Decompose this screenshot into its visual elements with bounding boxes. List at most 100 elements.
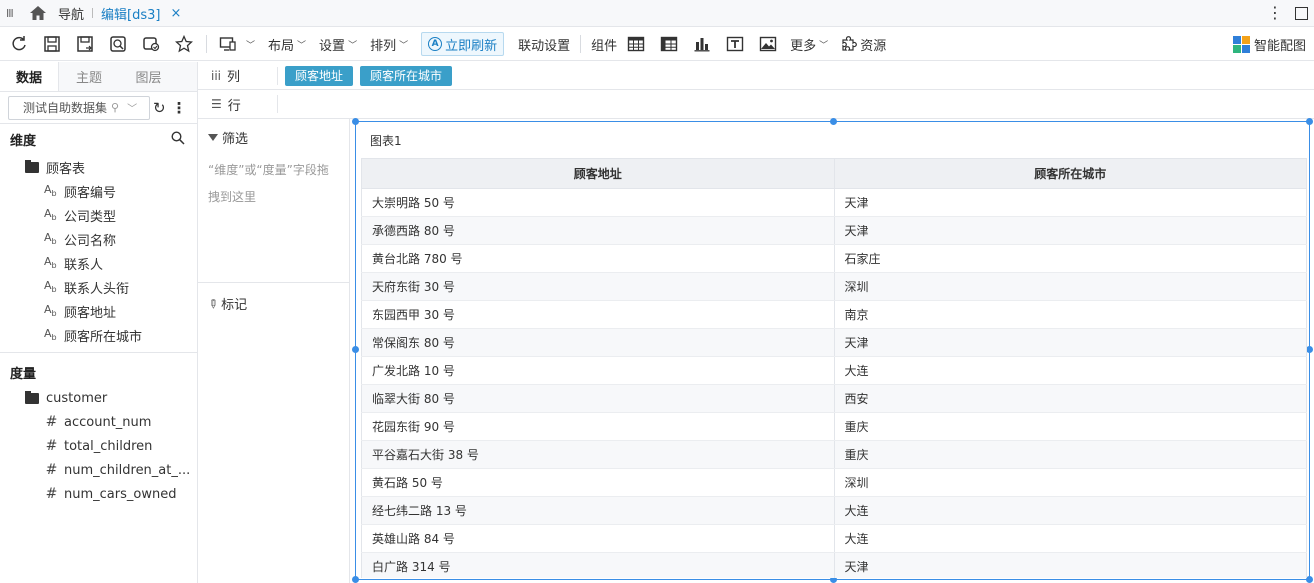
datasource-row: 测试自助数据集 ⚲ ﹀ ↻ ⋮ [0,92,197,124]
measure-field[interactable]: # num_cars_owned [0,482,197,506]
home-icon [30,6,46,20]
table-row[interactable]: 大崇明路 50 号天津 [361,188,1307,217]
column-header-address[interactable]: 顾客地址 [361,158,835,189]
resize-handle[interactable] [352,346,359,353]
tab-theme[interactable]: 主题 [59,62,119,91]
rows-icon: ☰ [211,97,222,111]
table-row[interactable]: 天府东街 30 号深圳 [361,272,1307,301]
folder-icon [25,390,39,404]
resize-handle[interactable] [830,118,837,125]
tab-layers[interactable]: 图层 [119,62,178,91]
bar-chart-icon[interactable] [691,33,713,55]
refresh-icon[interactable]: ↻ [153,99,166,117]
cell-address: 大崇明路 50 号 [361,188,835,217]
more-vertical-icon[interactable]: ⋮ [1267,5,1283,21]
resize-handle[interactable] [1306,118,1313,125]
publish-icon[interactable] [140,33,162,55]
table-row[interactable]: 东园西甲 30 号南京 [361,300,1307,329]
resize-handle[interactable] [1306,576,1313,583]
crosstab-icon[interactable] [658,33,680,55]
table-row[interactable]: 黄台北路 780 号石家庄 [361,244,1307,273]
resize-handle[interactable] [1306,346,1313,353]
filter-drop-zone[interactable]: “维度”或“度量”字段拖拽到这里 [198,147,338,211]
cell-city: 重庆 [833,412,1307,441]
resources-label: 资源 [860,38,887,54]
resources-button[interactable]: 资源 [841,35,886,54]
folder-icon [25,159,39,173]
layout-dropdown[interactable]: 布局 ﹀ [268,35,306,54]
more-dropdown[interactable]: 更多 ﹀ [790,35,828,54]
datasource-select[interactable]: 测试自助数据集 ⚲ ﹀ [8,95,150,120]
device-dropdown[interactable]: ﹀ [243,38,255,51]
dimension-field[interactable]: Ab 公司类型 [0,203,197,227]
row-shelf-label: ☰ 行 [198,95,278,114]
table-row[interactable]: 黄石路 50 号深圳 [361,468,1307,497]
refresh-now-button[interactable]: A 立即刷新 [421,32,505,56]
tab-edit-ds3[interactable]: 编辑[ds3] × [93,0,189,27]
tab-data[interactable]: 数据 [0,62,59,91]
smart-chart-button[interactable]: 智能配图 [1232,35,1306,54]
tab-home[interactable]: 导航 [22,0,92,27]
number-type-icon: # [45,414,58,430]
measure-folder-label: customer [46,390,108,406]
table-row[interactable]: 承德西路 80 号天津 [361,216,1307,245]
filter-title: 筛选 [222,132,249,147]
measure-folder[interactable]: customer [0,386,197,410]
resize-handle[interactable] [352,576,359,583]
table-icon[interactable] [625,33,647,55]
settings-dropdown[interactable]: 设置 ﹀ [319,35,357,54]
filter-icon [208,134,218,141]
smart-chart-label: 智能配图 [1253,38,1306,54]
datasource-value: 测试自助数据集 [23,101,108,115]
data-panel: 数据 主题 图层 测试自助数据集 ⚲ ﹀ ↻ ⋮ 维度 顾客表 Ab 顾客编号 Ab… [0,62,198,583]
table-row[interactable]: 平谷嘉石大街 38 号重庆 [361,440,1307,469]
dimension-field[interactable]: Ab 联系人 [0,251,197,275]
puzzle-icon [842,36,858,51]
refresh-icon[interactable] [8,33,30,55]
device-icon[interactable] [217,33,239,55]
image-icon[interactable] [757,33,779,55]
measure-field[interactable]: # num_children_at_... [0,458,197,482]
table-row[interactable]: 英雄山路 84 号大连 [361,524,1307,553]
toolbar-separator [206,35,207,53]
preview-icon[interactable] [107,33,129,55]
column-pill[interactable]: 顾客所在城市 [360,65,453,86]
dimension-field[interactable]: Ab 公司名称 [0,227,197,251]
chart-component[interactable]: 图表1 顾客地址 顾客所在城市 大崇明路 50 号天津 承德西路 80 号天津 黄台… [352,118,1313,583]
text-icon[interactable] [724,33,746,55]
measure-field[interactable]: # account_num [0,410,197,434]
table-row[interactable]: 白广路 314 号天津 [361,552,1307,578]
linkage-settings-button[interactable]: 联动设置 [518,35,570,54]
grip-icon[interactable]: III [6,7,22,20]
resize-handle[interactable] [352,118,359,125]
dimension-field[interactable]: Ab 顾客地址 [0,299,197,323]
measure-field[interactable]: # total_children [0,434,197,458]
cell-address: 承德西路 80 号 [361,216,835,245]
number-type-icon: # [45,438,58,454]
save-as-icon[interactable] [74,33,96,55]
table-row[interactable]: 常保阁东 80 号天津 [361,328,1307,357]
table-row[interactable]: 临翠大街 80 号西安 [361,384,1307,413]
marks-header[interactable]: ✎ 标记 [198,282,349,313]
table-row[interactable]: 广发北路 10 号大连 [361,356,1307,385]
cell-city: 天津 [833,188,1307,217]
dimension-field[interactable]: Ab 联系人头衔 [0,275,197,299]
close-icon[interactable]: × [170,6,181,21]
dimension-field[interactable]: Ab 顾客编号 [0,179,197,203]
table-row[interactable]: 花园东街 90 号重庆 [361,412,1307,441]
favorite-star-icon[interactable] [173,33,195,55]
column-pill[interactable]: 顾客地址 [285,65,354,86]
column-header-city[interactable]: 顾客所在城市 [833,158,1307,189]
arrange-dropdown[interactable]: 排列 ﹀ [370,35,408,54]
measures-title: 度量 [10,367,37,382]
save-icon[interactable] [41,33,63,55]
maximize-icon[interactable] [1295,6,1308,20]
columns-icon: iii [211,68,222,83]
dimension-field[interactable]: Ab 顾客所在城市 [0,323,197,347]
more-vertical-icon[interactable]: ⋮ [172,99,187,117]
search-icon[interactable] [171,130,185,149]
table-row[interactable]: 经七纬二路 13 号大连 [361,496,1307,525]
cell-address: 平谷嘉石大街 38 号 [361,440,835,469]
dimension-folder[interactable]: 顾客表 [0,155,197,179]
cell-city: 天津 [833,216,1307,245]
